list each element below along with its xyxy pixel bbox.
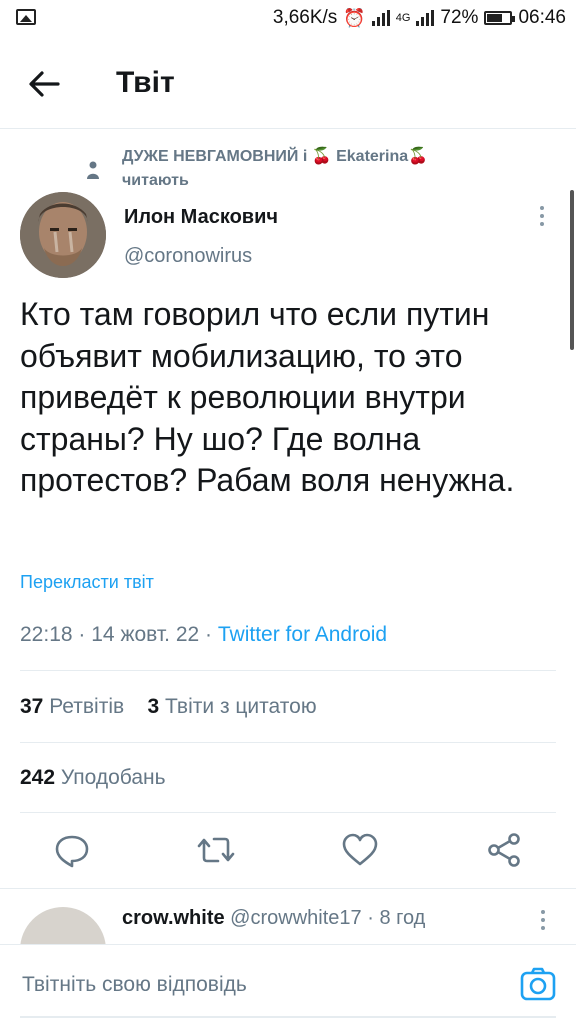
reply-compose-bar: Твітніть свою відповідь [0, 944, 576, 1025]
signal-icon [371, 10, 390, 26]
retweet-icon[interactable] [196, 830, 236, 870]
tweet-client[interactable]: Twitter for Android [218, 623, 387, 646]
arrow-left-icon[interactable] [22, 62, 66, 106]
tweet-meta: 22:18 · 14 жовт. 22 · Twitter for Androi… [20, 623, 387, 647]
divider [20, 812, 556, 813]
status-bar: 3,66K/s ⏰ 4G 72% 06:46 [0, 0, 576, 38]
retweet-stats: 37 Ретвітів 3 Твіти з цитатою [20, 695, 317, 719]
top-bar: Твіт [0, 38, 576, 129]
divider [20, 742, 556, 743]
person-icon [87, 161, 99, 179]
compose-underline [20, 1016, 556, 1018]
network-type: 4G [395, 12, 411, 24]
divider [0, 888, 576, 889]
likes-label: Уподобань [60, 766, 166, 789]
tweet-time: 22:18 [20, 623, 73, 646]
tweet-text: Кто там говорил что если путин объявит м… [20, 296, 515, 498]
reply-input[interactable]: Твітніть свою відповідь [22, 973, 247, 997]
author-name[interactable]: Илон Маскович [124, 206, 278, 229]
tweet-actions [0, 830, 576, 874]
quotes-label: Твіти з цитатою [165, 695, 317, 718]
retweets-label: Ретвітів [49, 695, 125, 718]
quotes-stat[interactable]: 3 Твіти з цитатою [148, 695, 317, 718]
reply-separator: · [367, 907, 374, 929]
share-icon[interactable] [484, 830, 524, 870]
battery-icon [484, 11, 516, 25]
social-context-action: читають [122, 172, 189, 189]
battery-fill [487, 14, 503, 22]
status-bar-right: 3,66K/s ⏰ 4G 72% 06:46 [273, 7, 566, 29]
social-context[interactable]: ДУЖЕ НЕВГАМОВНИЙ і 🍒 Ekaterina🍒 читають [122, 145, 542, 193]
reply-more-options-icon[interactable] [537, 910, 549, 934]
retweets-count: 37 [20, 695, 44, 718]
camera-icon[interactable] [520, 967, 556, 1001]
retweets-stat[interactable]: 37 Ретвітів [20, 695, 124, 718]
reply-header[interactable]: crow.white @crowwhite17 · 8 год [122, 907, 425, 930]
social-context-names: ДУЖЕ НЕВГАМОВНИЙ і 🍒 Ekaterina🍒 [122, 148, 429, 165]
page-title: Твіт [116, 66, 175, 99]
quotes-count: 3 [147, 695, 160, 718]
divider [20, 670, 556, 671]
tweet-date: 14 жовт. 22 [91, 623, 200, 646]
author-handle[interactable]: @coronowirus [124, 245, 252, 268]
scrollbar[interactable] [570, 190, 574, 350]
translate-tweet-link[interactable]: Перекласти твіт [20, 572, 154, 593]
signal-icon-2 [416, 10, 435, 26]
reply-time: 8 год [379, 907, 426, 929]
image-notification-icon [16, 9, 36, 25]
likes-count: 242 [20, 766, 56, 789]
alarm-icon: ⏰ [343, 7, 366, 28]
clock: 06:46 [518, 7, 566, 28]
battery-percent: 72% [440, 7, 479, 28]
meta-separator: · [205, 623, 213, 646]
more-options-icon[interactable] [536, 206, 548, 230]
like-icon[interactable] [340, 830, 380, 870]
meta-separator: · [78, 623, 86, 646]
reply-icon[interactable] [52, 830, 92, 870]
reply-author-name: crow.white [122, 907, 225, 929]
network-speed: 3,66K/s [272, 7, 338, 28]
reply-handle: @crowwhite17 [230, 907, 362, 929]
likes-stat[interactable]: 242 Уподобань [20, 766, 166, 790]
author-avatar[interactable] [20, 192, 106, 278]
